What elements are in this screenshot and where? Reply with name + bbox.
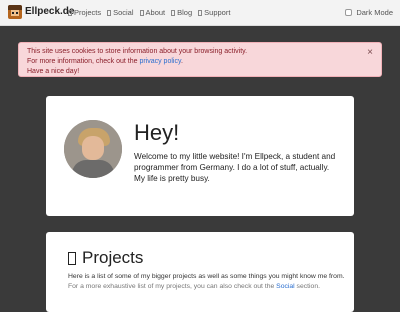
cookie-alert-line2: For more information, check out the priv… bbox=[27, 57, 247, 67]
blog-icon bbox=[171, 9, 176, 16]
social-icon bbox=[107, 9, 112, 16]
projects-description: Here is a list of some of my bigger proj… bbox=[68, 273, 345, 280]
support-icon bbox=[198, 9, 203, 16]
nav-link-label: Support bbox=[204, 8, 231, 17]
cookie-alert-line1: This site uses cookies to store informat… bbox=[27, 48, 248, 55]
projects-card: Projects Here is a list of some of my bi… bbox=[46, 232, 354, 312]
intro-text: Welcome to my little website! I'm Ellpec… bbox=[134, 152, 336, 183]
cookie-alert-text: This site uses cookies to store informat… bbox=[27, 47, 247, 77]
projects-icon bbox=[68, 9, 72, 16]
navbar: Ellpeck.de Projects Social About Blog Su… bbox=[0, 0, 400, 26]
nav-link-label: About bbox=[145, 8, 166, 17]
about-icon bbox=[139, 9, 144, 16]
profile-photo bbox=[64, 120, 122, 178]
projects-heading: Projects bbox=[68, 248, 143, 268]
intro-heading: Hey! bbox=[134, 120, 180, 145]
cookie-alert-line2-suffix: . bbox=[180, 58, 183, 65]
site-logo[interactable] bbox=[8, 5, 22, 19]
projects-more-info: For a more exhaustive list of my project… bbox=[68, 283, 320, 290]
cookie-alert-line3: Have a nice day! bbox=[27, 68, 80, 75]
nav-link-about[interactable]: About bbox=[139, 8, 166, 17]
social-section-link[interactable]: Social bbox=[276, 283, 295, 290]
cookie-alert: This site uses cookies to store informat… bbox=[18, 42, 382, 77]
privacy-policy-link[interactable]: privacy policy bbox=[139, 58, 181, 65]
intro-card: Hey! Welcome to my little website! I'm E… bbox=[46, 96, 354, 216]
dark-mode-checkbox[interactable] bbox=[345, 9, 353, 16]
projects-title: Projects bbox=[82, 248, 144, 267]
projects-more-suffix: section. bbox=[294, 283, 320, 290]
dark-mode-toggle[interactable]: Dark Mode bbox=[345, 8, 393, 17]
projects-heading-icon bbox=[68, 251, 76, 265]
nav-link-label: Projects bbox=[74, 8, 102, 17]
cookie-alert-line2-prefix: For more information, check out the bbox=[27, 58, 140, 65]
nav-link-projects[interactable]: Projects bbox=[68, 8, 101, 17]
nav-link-support[interactable]: Support bbox=[198, 8, 230, 17]
dark-mode-label: Dark Mode bbox=[356, 8, 393, 17]
nav-link-label: Social bbox=[113, 8, 134, 17]
nav-link-label: Blog bbox=[177, 8, 193, 17]
nav-link-blog[interactable]: Blog bbox=[171, 8, 192, 17]
close-icon[interactable]: × bbox=[367, 47, 373, 58]
nav-links: Projects Social About Blog Support bbox=[68, 8, 230, 17]
projects-more-prefix: For a more exhaustive list of my project… bbox=[68, 283, 277, 290]
nav-link-social[interactable]: Social bbox=[107, 8, 134, 17]
